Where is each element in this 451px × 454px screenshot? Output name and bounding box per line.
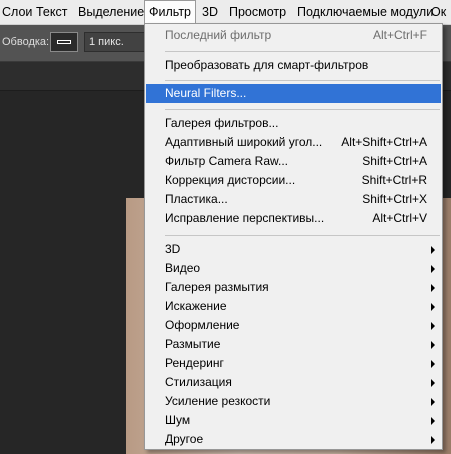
submenu-arrow-icon [431,322,435,330]
submenu-render[interactable]: Рендеринг [146,354,441,373]
submenu-arrow-icon [431,379,435,387]
stroke-color-swatch[interactable] [50,32,78,52]
menu-item-label: Преобразовать для смарт-фильтров [165,58,369,72]
menu-layers[interactable]: Слои [2,0,32,24]
submenu-sharpen[interactable]: Усиление резкости [146,392,441,411]
submenu-3d[interactable]: 3D [146,240,441,259]
menu-item-neural-filters[interactable]: Neural Filters... [146,84,441,103]
submenu-noise[interactable]: Шум [146,411,441,430]
menu-plugins[interactable]: Подключаемые модули [297,0,433,24]
menu-item-label: Размытие [165,337,221,351]
menu-filter[interactable]: Фильтр [144,0,196,25]
submenu-other[interactable]: Другое [146,430,441,449]
submenu-blur-gallery[interactable]: Галерея размытия [146,278,441,297]
menu-item-adaptive-wide-angle[interactable]: Адаптивный широкий угол... Alt+Shift+Ctr… [146,133,441,152]
menu-item-label: Галерея фильтров... [165,116,279,130]
menu-item-shortcut: Shift+Ctrl+X [362,192,427,206]
menu-item-vanishing-point[interactable]: Исправление перспективы... Alt+Ctrl+V [146,209,441,228]
submenu-arrow-icon [431,303,435,311]
menu-item-last-filter: Последний фильтр Alt+Ctrl+F [146,26,441,45]
menu-item-camera-raw[interactable]: Фильтр Camera Raw... Shift+Ctrl+A [146,152,441,171]
menu-item-shortcut: Shift+Ctrl+R [361,173,427,187]
menu-item-label: Адаптивный широкий угол... [165,135,323,149]
menu-item-convert-smart[interactable]: Преобразовать для смарт-фильтров [146,56,441,75]
menu-item-lens-correction[interactable]: Коррекция дисторсии... Shift+Ctrl+R [146,171,441,190]
submenu-stylize-design[interactable]: Оформление [146,316,441,335]
submenu-arrow-icon [431,341,435,349]
menu-item-label: 3D [165,242,181,256]
menu-separator [165,51,440,52]
menu-item-label: Рендеринг [165,356,224,370]
menu-item-shortcut: Alt+Ctrl+F [372,28,427,42]
submenu-arrow-icon [431,284,435,292]
submenu-video[interactable]: Видео [146,259,441,278]
menu-item-label: Пластика... [165,192,228,206]
menu-item-label: Искажение [165,299,227,313]
menu-item-shortcut: Alt+Ctrl+V [372,211,427,225]
menu-item-label: Последний фильтр [165,28,272,42]
menu-bar: Слои Текст Выделение Фильтр 3D Просмотр … [0,0,451,25]
menu-item-label: Коррекция дисторсии... [165,173,296,187]
filter-menu: Последний фильтр Alt+Ctrl+F Преобразоват… [144,23,443,450]
menu-type[interactable]: Текст [36,0,67,24]
menu-item-label: Видео [165,261,201,275]
menu-item-label: Стилизация [165,375,232,389]
menu-item-shortcut: Shift+Ctrl+A [362,154,427,168]
submenu-arrow-icon [431,265,435,273]
menu-item-label: Исправление перспективы... [165,211,325,225]
submenu-arrow-icon [431,360,435,368]
submenu-arrow-icon [431,398,435,406]
stroke-width-field[interactable]: 1 пикс. [84,32,146,52]
submenu-arrow-icon [431,246,435,254]
menu-separator [165,235,440,236]
menu-item-label: Оформление [165,318,240,332]
menu-window[interactable]: Ок [431,0,446,24]
submenu-arrow-icon [431,436,435,444]
menu-item-label: Галерея размытия [165,280,269,294]
menu-item-liquify[interactable]: Пластика... Shift+Ctrl+X [146,190,441,209]
menu-item-label: Усиление резкости [165,394,271,408]
submenu-distort[interactable]: Искажение [146,297,441,316]
menu-select[interactable]: Выделение [78,0,144,24]
menu-item-label: Другое [165,432,204,446]
menu-separator [165,80,440,81]
submenu-stylize[interactable]: Стилизация [146,373,441,392]
menu-view[interactable]: Просмотр [229,0,286,24]
menu-3d[interactable]: 3D [202,0,218,24]
menu-item-label: Фильтр Camera Raw... [165,154,289,168]
submenu-arrow-icon [431,417,435,425]
menu-item-filter-gallery[interactable]: Галерея фильтров... [146,114,441,133]
stroke-label: Обводка: [2,36,50,48]
menu-separator [165,109,440,110]
menu-item-shortcut: Alt+Shift+Ctrl+A [341,135,427,149]
submenu-blur[interactable]: Размытие [146,335,441,354]
menu-item-label: Шум [165,413,191,427]
menu-item-label: Neural Filters... [165,86,247,100]
